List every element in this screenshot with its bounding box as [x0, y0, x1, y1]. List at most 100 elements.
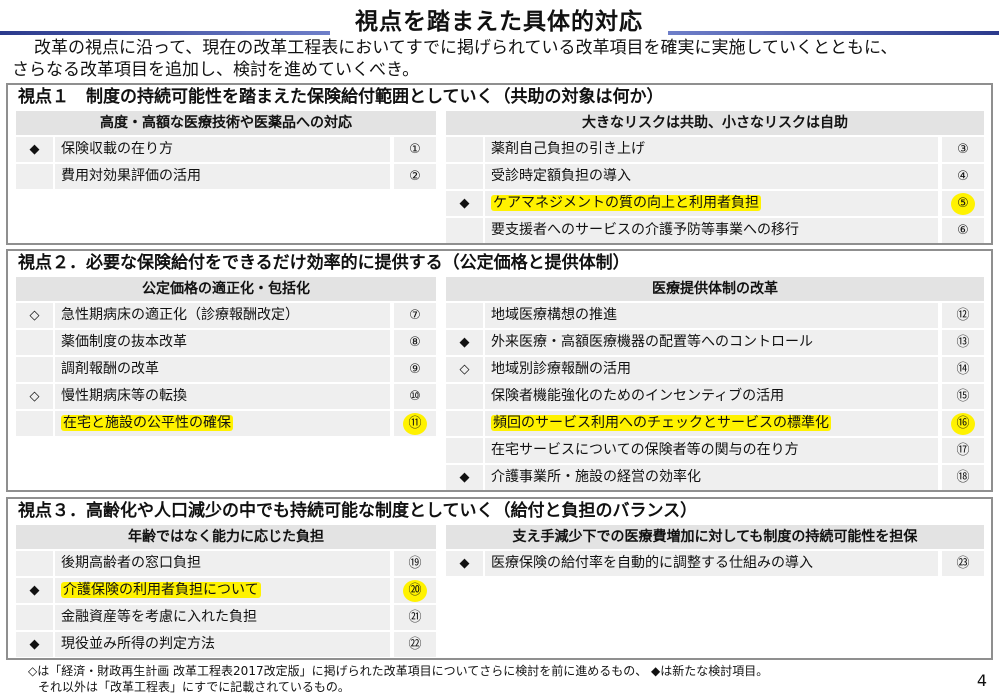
intro-text: 改革の視点に沿って、現在の改革工程表においてすでに掲げられている改革項目を確実に… — [12, 37, 997, 81]
view2-title: 視点２．必要な保険給付をできるだけ効率的に提供する（公定価格と提供体制） — [18, 253, 630, 273]
mark-cell — [446, 303, 483, 328]
filled-diamond-icon: ◆ — [446, 191, 483, 216]
list-item: 薬剤自己負担の引き上げ ③ — [446, 137, 984, 162]
item-number: ⑧ — [409, 335, 421, 350]
view1-right-header: 大きなリスクは共助、小さなリスクは自助 — [446, 111, 984, 135]
mark-cell — [16, 605, 53, 630]
mark-cell — [16, 411, 53, 436]
item-number: ⑭ — [956, 362, 970, 377]
item-text-cell: 費用対効果評価の活用 — [55, 164, 390, 189]
item-text: 外来医療・高額医療機器の配置等へのコントロール — [491, 334, 813, 350]
item-number: ③ — [957, 142, 969, 157]
item-number-cell: ⑥ — [942, 218, 984, 243]
item-text-cell: 現役並み所得の判定方法 — [55, 632, 390, 657]
footnote-line-1: ◇は「経済・財政再生計画 改革工程表2017改定版」に掲げられた改革項目について… — [28, 664, 769, 678]
item-text-cell: 受診時定額負担の導入 — [485, 164, 938, 189]
list-item: 在宅と施設の公平性の確保 ⑪ — [16, 411, 436, 436]
footnote-line-2: それ以外は「改革工程表」にすでに記載されているもの。 — [38, 680, 350, 694]
mark-cell — [446, 218, 483, 243]
item-text: 医療保険の給付率を自動的に調整する仕組みの導入 — [491, 555, 813, 571]
item-number: ⑪ — [403, 413, 427, 435]
item-number: ⑰ — [956, 443, 970, 458]
item-text-cell: 在宅と施設の公平性の確保 — [55, 411, 390, 436]
mark-cell — [446, 438, 483, 463]
item-number-cell: ⑲ — [394, 551, 436, 576]
item-text: 在宅サービスについての保険者等の関与の在り方 — [491, 442, 799, 458]
item-text-cell: 金融資産等を考慮に入れた負担 — [55, 605, 390, 630]
title-area: 視点を踏まえた具体的対応 — [0, 0, 999, 36]
list-item: ◇ 急性期病床の適正化（診療報酬改定） ⑦ — [16, 303, 436, 328]
list-item: ◆ ケアマネジメントの質の向上と利用者負担 ⑤ — [446, 191, 984, 216]
item-text: 地域医療構想の推進 — [491, 307, 617, 323]
list-item: ◆ 現役並み所得の判定方法 ㉒ — [16, 632, 436, 657]
list-item: 保険者機能強化のためのインセンティブの活用 ⑮ — [446, 384, 984, 409]
item-text: 現役並み所得の判定方法 — [61, 636, 215, 652]
item-text: 在宅と施設の公平性の確保 — [61, 415, 233, 431]
page-number: 4 — [976, 671, 987, 690]
title-bar-right — [668, 31, 999, 35]
mark-cell — [446, 164, 483, 189]
outline-diamond-icon: ◇ — [16, 303, 53, 328]
item-text: 受診時定額負担の導入 — [491, 168, 631, 184]
item-number-cell: ⑫ — [942, 303, 984, 328]
item-number-cell: ⑱ — [942, 465, 984, 490]
item-number: ㉑ — [408, 610, 422, 625]
view3-panel: 視点３．高齢化や人口減少の中でも持続可能な制度としていく（給付と負担のバランス）… — [6, 497, 993, 660]
item-text-cell: 要支援者へのサービスの介護予防等事業への移行 — [485, 218, 938, 243]
outline-diamond-icon: ◇ — [446, 357, 483, 382]
item-number-cell: ⑦ — [394, 303, 436, 328]
item-number: ㉒ — [408, 637, 422, 652]
view2-right-header: 医療提供体制の改革 — [446, 277, 984, 301]
view3-left-header: 年齢ではなく能力に応じた負担 — [16, 525, 436, 549]
view1-title: 視点１ 制度の持続可能性を踏まえた保険給付範囲としていく（共助の対象は何か） — [18, 87, 664, 107]
view1-left-header: 高度・高額な医療技術や医薬品への対応 — [16, 111, 436, 135]
mark-cell — [16, 330, 53, 355]
item-text-cell: 保険者機能強化のためのインセンティブの活用 — [485, 384, 938, 409]
view3-title: 視点３．高齢化や人口減少の中でも持続可能な制度としていく（給付と負担のバランス） — [18, 501, 698, 521]
intro-line-1: 改革の視点に沿って、現在の改革工程表においてすでに掲げられている改革項目を確実に… — [34, 38, 898, 58]
item-text-cell: 介護保険の利用者負担について — [55, 578, 390, 603]
item-text-cell: 保険収載の在り方 — [55, 137, 390, 162]
item-number: ⑳ — [403, 580, 427, 602]
item-number-cell: ⑬ — [942, 330, 984, 355]
item-number-cell: ㉓ — [942, 551, 984, 576]
mark-cell — [16, 357, 53, 382]
item-number: ⑦ — [409, 308, 421, 323]
item-number-cell: ⑨ — [394, 357, 436, 382]
item-text: 後期高齢者の窓口負担 — [61, 555, 201, 571]
item-number-cell: ⑩ — [394, 384, 436, 409]
item-text-cell: 頻回のサービス利用へのチェックとサービスの標準化 — [485, 411, 938, 436]
filled-diamond-icon: ◆ — [446, 465, 483, 490]
item-text: ケアマネジメントの質の向上と利用者負担 — [491, 195, 761, 211]
list-item: ◆ 医療保険の給付率を自動的に調整する仕組みの導入 ㉓ — [446, 551, 984, 576]
item-text-cell: 地域別診療報酬の活用 — [485, 357, 938, 382]
list-item: 要支援者へのサービスの介護予防等事業への移行 ⑥ — [446, 218, 984, 243]
item-number: ④ — [957, 169, 969, 184]
item-number-cell: ⑰ — [942, 438, 984, 463]
item-number: ② — [409, 169, 421, 184]
list-item: 在宅サービスについての保険者等の関与の在り方 ⑰ — [446, 438, 984, 463]
item-number-cell: ⑭ — [942, 357, 984, 382]
item-text: 金融資産等を考慮に入れた負担 — [61, 609, 257, 625]
item-text: 費用対効果評価の活用 — [61, 168, 201, 184]
item-text: 保険者機能強化のためのインセンティブの活用 — [491, 388, 785, 404]
item-number-cell: ㉒ — [394, 632, 436, 657]
item-text: 地域別診療報酬の活用 — [491, 361, 631, 377]
item-number-cell: ⑮ — [942, 384, 984, 409]
list-item: 費用対効果評価の活用 ② — [16, 164, 436, 189]
item-number: ⑩ — [409, 389, 421, 404]
item-number-cell: ⑧ — [394, 330, 436, 355]
item-number: ㉓ — [956, 556, 970, 571]
list-item: 金融資産等を考慮に入れた負担 ㉑ — [16, 605, 436, 630]
outline-diamond-icon: ◇ — [16, 384, 53, 409]
item-text-cell: 在宅サービスについての保険者等の関与の在り方 — [485, 438, 938, 463]
view2-left-header: 公定価格の適正化・包括化 — [16, 277, 436, 301]
item-text-cell: 医療保険の給付率を自動的に調整する仕組みの導入 — [485, 551, 938, 576]
mark-cell — [446, 384, 483, 409]
item-text-cell: 薬剤自己負担の引き上げ — [485, 137, 938, 162]
list-item: ◆ 介護保険の利用者負担について ⑳ — [16, 578, 436, 603]
intro-line-2: さらなる改革項目を追加し、検討を進めていくべき。 — [12, 60, 420, 80]
title-bar-left — [0, 31, 330, 35]
item-text-cell: ケアマネジメントの質の向上と利用者負担 — [485, 191, 938, 216]
item-number-cell: ㉑ — [394, 605, 436, 630]
